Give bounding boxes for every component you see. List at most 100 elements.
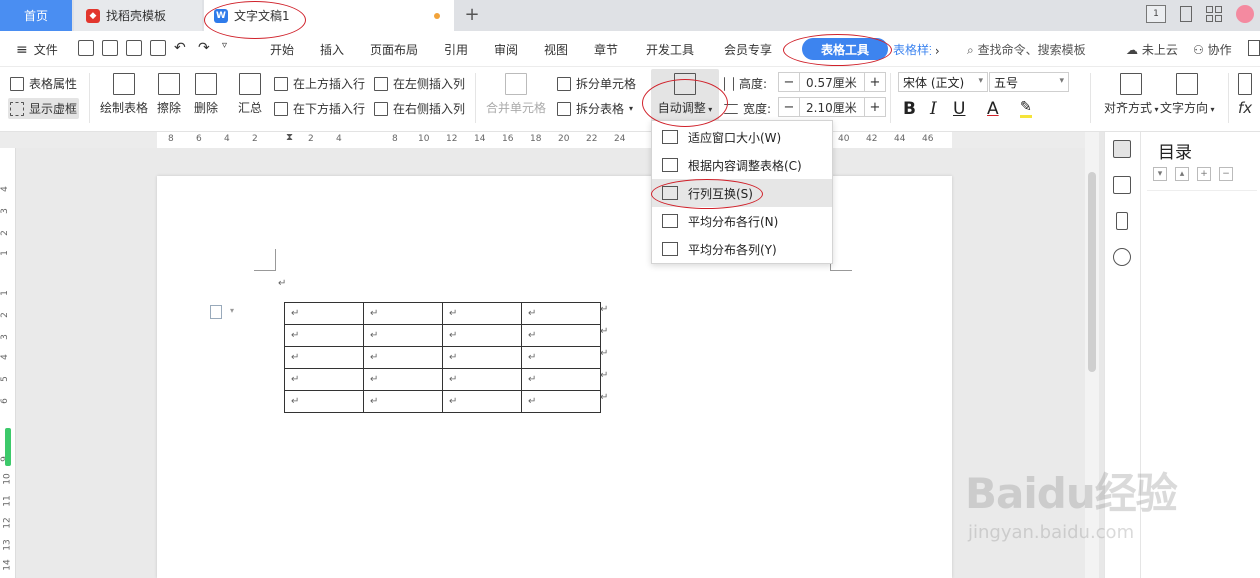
collapse-icon[interactable]: ▾ — [1153, 167, 1167, 181]
redo-icon[interactable]: ↷ — [198, 40, 214, 56]
table-cell[interactable]: ↵ — [363, 368, 443, 391]
table-cell[interactable]: ↵ — [363, 302, 443, 325]
menu-references[interactable]: 引用 — [444, 41, 468, 58]
table-cell[interactable]: ↵ — [521, 302, 601, 325]
col-width-input[interactable]: 2.10厘米 — [799, 98, 865, 116]
add-heading-icon[interactable]: + — [1197, 167, 1211, 181]
split-table-dropdown[interactable]: 拆分表格 ▾ — [557, 100, 633, 117]
summary-button[interactable]: 汇总 — [238, 73, 262, 116]
remove-heading-icon[interactable]: − — [1219, 167, 1233, 181]
apps-grid-icon[interactable] — [1206, 6, 1222, 22]
menu-item-fit-content[interactable]: 根据内容调整表格(C) — [652, 151, 832, 179]
annotation-ellipse — [204, 1, 306, 39]
print-icon[interactable] — [126, 40, 142, 56]
table-cell[interactable]: ↵ — [442, 390, 522, 413]
table-cell[interactable]: ↵ — [284, 324, 364, 347]
table-cell[interactable]: ↵ — [284, 302, 364, 325]
draw-table-button[interactable]: 绘制表格 — [100, 73, 148, 116]
font-name-select[interactable]: 宋体 (正文) ▾ — [898, 72, 988, 92]
underline-button[interactable]: U — [953, 99, 965, 119]
horizontal-ruler[interactable]: 8 6 4 2 2 4 8 10 12 14 16 18 20 22 24 40… — [0, 132, 1085, 148]
menu-developer[interactable]: 开发工具 — [646, 41, 694, 58]
navigation-icon[interactable] — [1113, 176, 1131, 194]
table-properties-button[interactable]: 表格属性 — [10, 75, 77, 92]
document-table[interactable]: ↵ ↵ ↵ ↵ ↵ ↵ ↵ ↵ ↵ ↵ ↵ ↵ ↵ ↵ ↵ ↵ ↵ ↵ ↵ ↵ — [284, 302, 601, 413]
show-gridlines-button[interactable]: 显示虚框 — [8, 98, 80, 119]
customize-chevron-icon[interactable]: ▿ — [222, 40, 238, 56]
width-increase-button[interactable]: + — [865, 98, 885, 116]
table-cell[interactable]: ↵ — [442, 302, 522, 325]
split-cells-button[interactable]: 拆分单元格 — [557, 75, 636, 92]
height-increase-button[interactable]: + — [865, 73, 885, 91]
merge-cells-button[interactable]: 合并单元格 — [486, 73, 546, 116]
share-icon[interactable] — [1248, 40, 1260, 56]
font-color-button[interactable]: A — [987, 99, 999, 119]
row-height-input[interactable]: 0.57厘米 — [799, 73, 865, 91]
table-move-handle-icon[interactable] — [210, 305, 222, 319]
chevron-down-icon[interactable]: ▾ — [230, 306, 234, 315]
table-cell[interactable]: ↵ — [284, 390, 364, 413]
doc-view-icon[interactable] — [1180, 6, 1192, 22]
bold-button[interactable]: B — [903, 99, 916, 119]
window-count-icon[interactable]: 1 — [1146, 5, 1166, 23]
width-decrease-button[interactable]: − — [779, 98, 799, 116]
user-avatar[interactable] — [1236, 5, 1254, 23]
text-direction-dropdown[interactable]: 文字方向 ▾ — [1160, 73, 1215, 116]
formula-button[interactable]: fx — [1238, 73, 1252, 117]
save-icon[interactable] — [78, 40, 94, 56]
insert-row-below-button[interactable]: 在下方插入行 — [274, 100, 365, 117]
table-cell[interactable]: ↵ — [284, 346, 364, 369]
indent-marker-icon[interactable]: ⧗ — [286, 132, 293, 143]
vertical-ruler[interactable]: 4 3 2 1 1 2 3 4 5 6 9 10 11 12 13 14 — [0, 148, 16, 578]
table-cell[interactable]: ↵ — [442, 346, 522, 369]
undo-icon[interactable]: ↶ — [174, 40, 190, 56]
table-cell[interactable]: ↵ — [363, 324, 443, 347]
toc-panel-icon[interactable] — [1113, 140, 1131, 158]
new-tab-button[interactable]: + — [462, 4, 482, 26]
menu-insert[interactable]: 插入 — [320, 41, 344, 58]
highlight-icon[interactable]: ✎ — [1020, 99, 1032, 118]
print-preview-icon[interactable] — [150, 40, 166, 56]
scrollbar-thumb[interactable] — [1088, 172, 1096, 372]
menu-page-layout[interactable]: 页面布局 — [370, 41, 418, 58]
search-icon[interactable] — [1113, 248, 1131, 266]
table-cell[interactable]: ↵ — [521, 390, 601, 413]
table-cell[interactable]: ↵ — [442, 368, 522, 391]
menu-item-distribute-rows[interactable]: 平均分布各行(N) — [652, 207, 832, 235]
menu-start[interactable]: 开始 — [270, 41, 294, 58]
expand-icon[interactable]: ▴ — [1175, 167, 1189, 181]
insert-row-above-button[interactable]: 在上方插入行 — [274, 75, 365, 92]
insert-col-right-button[interactable]: 在右侧插入列 — [374, 100, 465, 117]
menu-review[interactable]: 审阅 — [494, 41, 518, 58]
export-pdf-icon[interactable] — [102, 40, 118, 56]
table-cell[interactable]: ↵ — [363, 346, 443, 369]
menu-member[interactable]: 会员专享 — [724, 41, 772, 58]
erase-button[interactable]: 擦除 — [157, 73, 181, 116]
table-cell[interactable]: ↵ — [284, 368, 364, 391]
menu-view[interactable]: 视图 — [544, 41, 568, 58]
col-width-stepper[interactable]: − 2.10厘米 + — [778, 97, 886, 117]
menu-item-fit-window[interactable]: 适应窗口大小(W) — [652, 123, 832, 151]
table-cell[interactable]: ↵ — [521, 324, 601, 347]
height-decrease-button[interactable]: − — [779, 73, 799, 91]
font-size-select[interactable]: 五号 ▾ — [989, 72, 1069, 92]
table-cell[interactable]: ↵ — [521, 346, 601, 369]
menu-chapter[interactable]: 章节 — [594, 41, 618, 58]
delete-dropdown[interactable]: 删除 — [194, 73, 218, 116]
file-menu[interactable]: ≡ 文件 — [16, 41, 58, 58]
tab-table-style[interactable]: 表格样式 › — [893, 41, 940, 58]
cloud-status[interactable]: ☁ 未上云 — [1126, 41, 1178, 58]
row-height-stepper[interactable]: − 0.57厘米 + — [778, 72, 886, 92]
tab-home[interactable]: 首页 — [0, 0, 72, 31]
table-cell[interactable]: ↵ — [363, 390, 443, 413]
insert-col-left-button[interactable]: 在左侧插入列 — [374, 75, 465, 92]
align-dropdown[interactable]: 对齐方式 ▾ — [1104, 73, 1159, 116]
tab-daoke-template[interactable]: ◆ 找稻壳模板 — [74, 0, 202, 31]
menu-item-distribute-cols[interactable]: 平均分布各列(Y) — [652, 235, 832, 263]
table-cell[interactable]: ↵ — [521, 368, 601, 391]
italic-button[interactable]: I — [930, 99, 937, 119]
command-search[interactable]: ⌕ 查找命令、搜索模板 — [967, 41, 1086, 58]
bookmark-icon[interactable] — [1116, 212, 1128, 230]
table-cell[interactable]: ↵ — [442, 324, 522, 347]
collaborate-button[interactable]: ⚇ 协作 — [1193, 41, 1232, 58]
